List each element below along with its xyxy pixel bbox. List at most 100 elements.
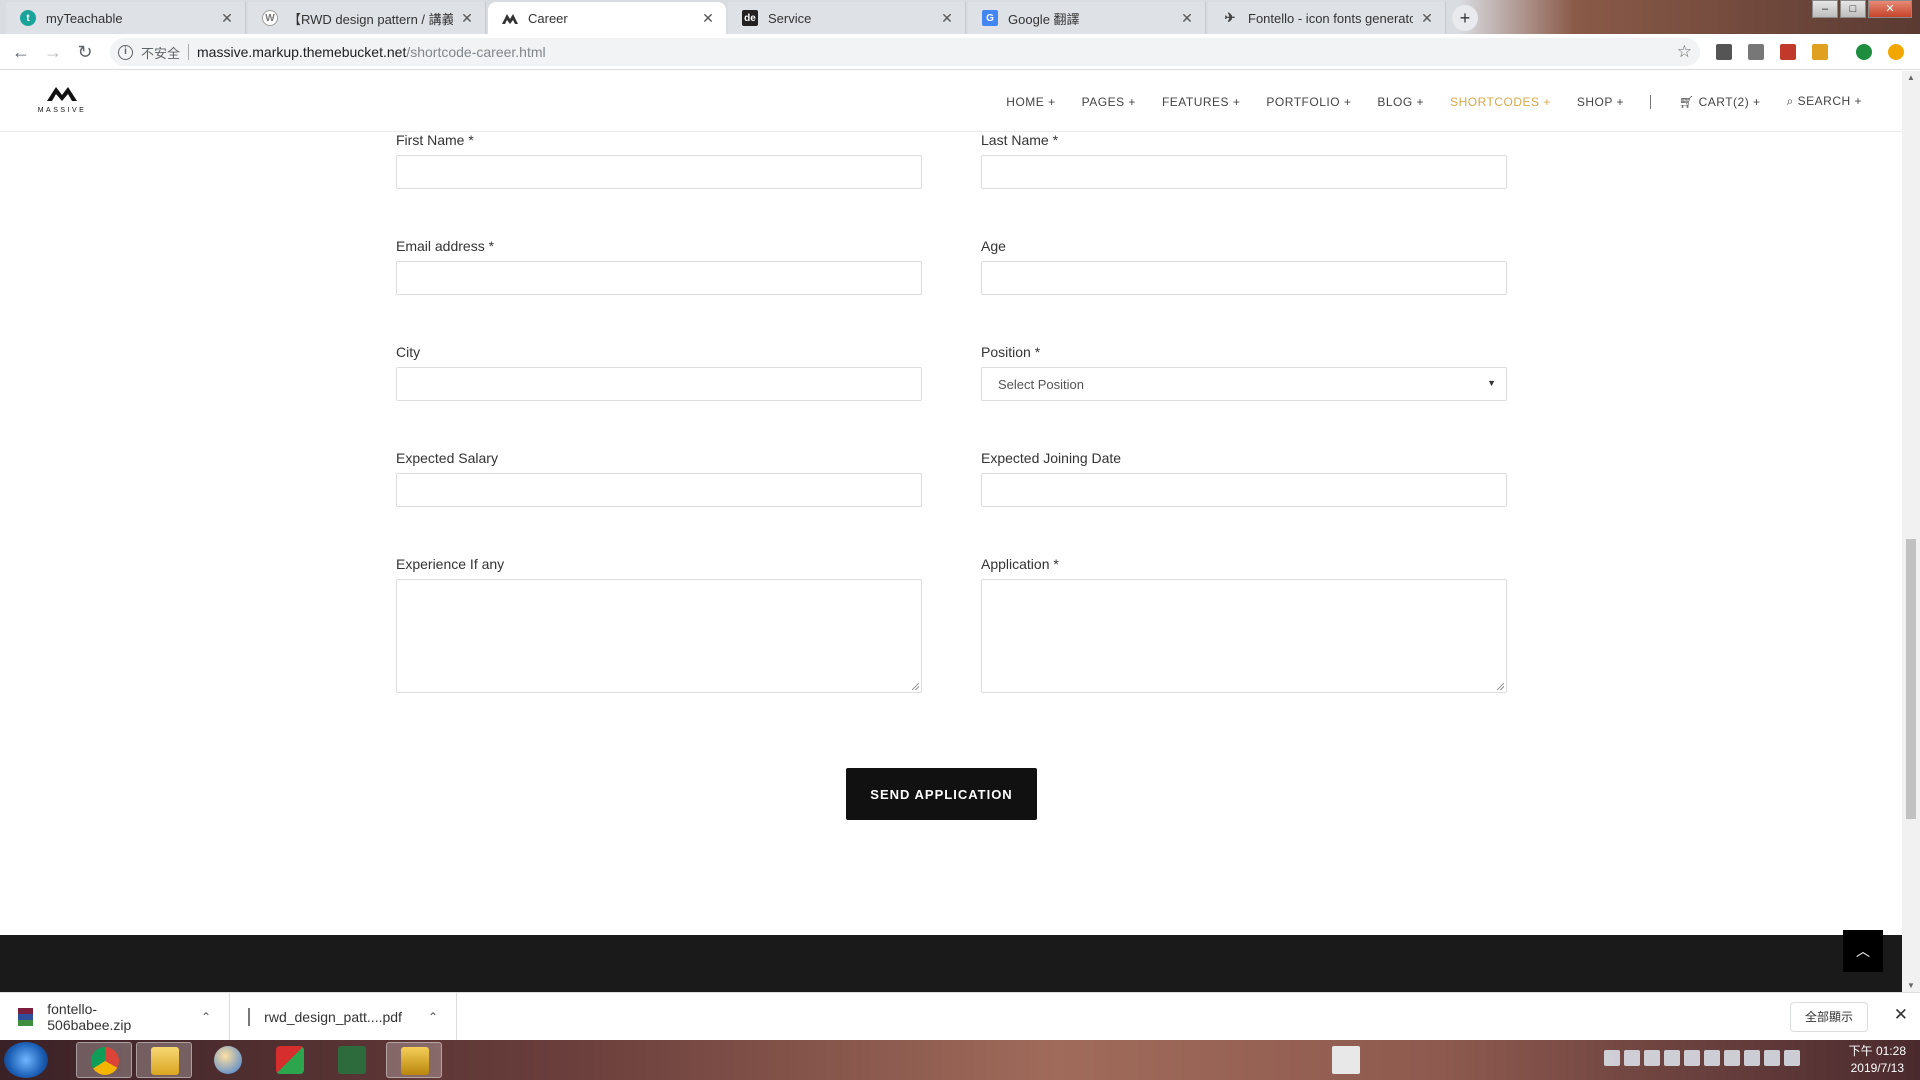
send-application-button[interactable]: SEND APPLICATION — [846, 768, 1037, 820]
back-to-top-button[interactable]: ︿ — [1843, 930, 1883, 972]
download-item[interactable]: rwd_design_patt....pdf ⌃ — [230, 993, 457, 1041]
start-button[interactable] — [4, 1042, 48, 1078]
tab-service[interactable]: de Service ✕ — [728, 2, 966, 34]
close-tab-icon[interactable]: ✕ — [939, 10, 955, 27]
taskbar-chrome[interactable] — [76, 1042, 132, 1078]
close-tab-icon[interactable]: ✕ — [459, 10, 475, 27]
maximize-button[interactable]: □ — [1840, 0, 1866, 18]
nav-pages[interactable]: PAGES + — [1082, 95, 1136, 109]
show-all-downloads-button[interactable]: 全部顯示 — [1789, 1002, 1868, 1032]
nav-features[interactable]: FEATURES + — [1162, 95, 1240, 109]
windows-taskbar: 下午 01:28 2019/7/13 — [0, 1040, 1920, 1080]
window-close-button[interactable]: ✕ — [1868, 0, 1912, 18]
email-input[interactable] — [396, 261, 922, 295]
tray-volume-icon[interactable] — [1784, 1050, 1800, 1066]
tab-fontello[interactable]: ✈ Fontello - icon fonts generator ✕ — [1208, 2, 1446, 34]
application-textarea[interactable] — [981, 579, 1507, 693]
close-tab-icon[interactable]: ✕ — [700, 10, 716, 27]
download-item[interactable]: fontello-506babee.zip ⌃ — [0, 993, 230, 1041]
position-label: Position * — [981, 344, 1041, 360]
scroll-up-arrow-icon[interactable]: ▲ — [1902, 73, 1920, 82]
nav-search[interactable]: ⌕ SEARCH + — [1787, 94, 1862, 109]
chevron-up-icon[interactable]: ⌃ — [428, 1010, 438, 1024]
page-scrollbar[interactable]: ▲ ▼ — [1902, 71, 1920, 992]
nav-portfolio[interactable]: PORTFOLIO + — [1266, 95, 1351, 109]
experience-textarea[interactable] — [396, 579, 922, 693]
tab-google-translate[interactable]: G Google 翻譯 ✕ — [968, 2, 1206, 34]
tray-window-icon[interactable] — [1644, 1050, 1660, 1066]
forward-button[interactable]: → — [42, 42, 64, 62]
position-selected-value: Select Position — [998, 376, 1084, 392]
age-input[interactable] — [981, 261, 1507, 295]
tab-title: myTeachable — [46, 10, 123, 26]
omnibox-divider — [188, 44, 190, 60]
tray-display-icon[interactable] — [1664, 1050, 1680, 1066]
nav-cart[interactable]: 🛒︎ CART(2) + — [1679, 95, 1761, 109]
application-group: Application * — [981, 556, 1507, 693]
reload-button[interactable]: ↻ — [74, 42, 96, 62]
address-bar[interactable]: i 不安全 massive.markup.themebucket.net/sho… — [110, 38, 1700, 66]
file-icon — [248, 1008, 251, 1026]
first-name-input[interactable] — [396, 155, 922, 189]
taskbar-app-orb[interactable] — [200, 1042, 256, 1078]
nav-shop[interactable]: SHOP + — [1577, 95, 1624, 109]
taskbar-clock[interactable]: 下午 01:28 2019/7/13 — [1849, 1043, 1906, 1077]
close-tab-icon[interactable]: ✕ — [1419, 10, 1435, 27]
taskbar-app-pen[interactable] — [1318, 1042, 1374, 1078]
vector-app-icon — [276, 1046, 304, 1074]
chevron-up-icon[interactable]: ⌃ — [201, 1010, 211, 1024]
clock-date: 2019/7/13 — [1850, 1061, 1904, 1075]
extension-brush-icon[interactable] — [1812, 44, 1828, 60]
tray-expand-icon[interactable] — [1724, 1050, 1740, 1066]
tray-help-icon[interactable] — [1684, 1050, 1700, 1066]
position-select[interactable]: Select Position ▼ — [981, 367, 1507, 401]
last-name-input[interactable] — [981, 155, 1507, 189]
window-controls: – □ ✕ — [1810, 0, 1912, 18]
close-tab-icon[interactable]: ✕ — [219, 10, 235, 27]
search-icon: ⌕ — [1786, 94, 1794, 108]
tab-rwd-design-pattern[interactable]: W 【RWD design pattern / 講義下 ✕ — [248, 2, 486, 34]
nav-home[interactable]: HOME + — [1006, 95, 1055, 109]
back-button[interactable]: ← — [10, 42, 32, 62]
joining-date-label: Expected Joining Date — [981, 450, 1122, 466]
age-group: Age — [981, 238, 1507, 295]
taskbar-explorer[interactable] — [136, 1042, 192, 1078]
monitor-app-icon — [338, 1046, 366, 1074]
scroll-down-arrow-icon[interactable]: ▼ — [1902, 981, 1920, 990]
teachable-favicon-icon: t — [20, 10, 36, 26]
joining-date-input[interactable] — [981, 473, 1507, 507]
tray-ime-icon[interactable] — [1604, 1050, 1620, 1066]
extension-pdf-icon[interactable] — [1780, 44, 1796, 60]
tab-myteachable[interactable]: t myTeachable ✕ — [6, 2, 246, 34]
minimize-button[interactable]: – — [1812, 0, 1838, 18]
city-input[interactable] — [396, 367, 922, 401]
scrollbar-thumb[interactable] — [1906, 539, 1916, 819]
expected-salary-input[interactable] — [396, 473, 922, 507]
google-translate-favicon-icon: G — [982, 10, 998, 26]
tray-flag-icon[interactable] — [1764, 1050, 1780, 1066]
tray-font-icon[interactable] — [1624, 1050, 1640, 1066]
nav-shortcodes[interactable]: SHORTCODES + — [1450, 95, 1551, 109]
tab-strip: t myTeachable ✕ W 【RWD design pattern / … — [0, 0, 1920, 34]
update-alert-icon[interactable] — [1888, 44, 1904, 60]
site-header: MASSIVE HOME + PAGES + FEATURES + PORTFO… — [0, 71, 1902, 132]
taskbar-app-gold[interactable] — [386, 1042, 442, 1078]
tray-settings-icon[interactable] — [1704, 1050, 1720, 1066]
nav-blog[interactable]: BLOG + — [1377, 95, 1424, 109]
massive-logo[interactable]: MASSIVE — [37, 85, 87, 114]
tray-network-icon[interactable] — [1744, 1050, 1760, 1066]
close-downloads-icon[interactable]: ✕ — [1894, 1005, 1908, 1025]
tab-career[interactable]: Career ✕ — [488, 2, 726, 34]
extension-qr-icon[interactable] — [1716, 44, 1732, 60]
close-tab-icon[interactable]: ✕ — [1179, 10, 1195, 27]
wordpress-favicon-icon: W — [262, 10, 278, 26]
bookmark-star-icon[interactable]: ☆ — [1677, 42, 1692, 62]
site-info-icon[interactable]: i — [118, 44, 133, 60]
extension-p-icon[interactable] — [1748, 44, 1764, 60]
new-tab-button[interactable]: + — [1452, 5, 1478, 31]
footer-band — [0, 935, 1902, 992]
taskbar-app-vector[interactable] — [262, 1042, 318, 1078]
profile-avatar[interactable] — [1856, 44, 1872, 60]
taskbar-app-monitor[interactable] — [324, 1042, 380, 1078]
application-label: Application * — [981, 556, 1059, 572]
